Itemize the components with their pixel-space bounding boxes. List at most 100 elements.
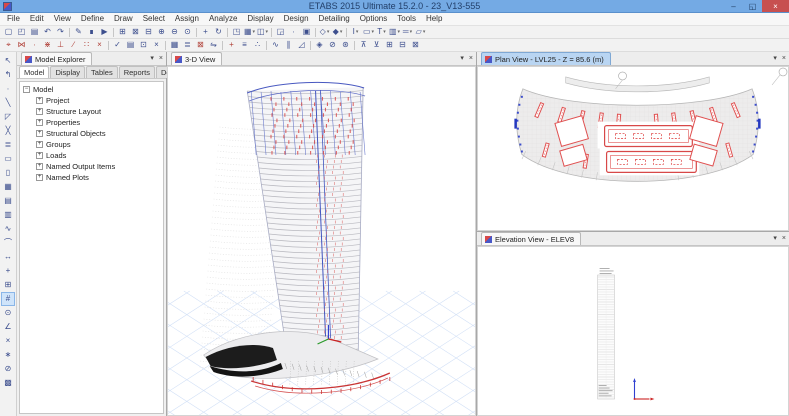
restore-full-view-button[interactable]: ⊠ bbox=[129, 26, 142, 38]
draw-reference-plane-button[interactable]: ⊞ bbox=[1, 278, 15, 292]
window-close-button[interactable]: × bbox=[762, 0, 789, 12]
paste-button[interactable]: ▤ bbox=[124, 39, 137, 51]
new-model-button[interactable]: ▢ bbox=[2, 26, 15, 38]
plan-dropdown-icon[interactable]: ▾ bbox=[773, 54, 777, 62]
snap-to-midpoints-button[interactable]: ⋈ bbox=[15, 39, 28, 51]
draw-spline-button[interactable]: ∿ bbox=[269, 39, 282, 51]
menu-define[interactable]: Define bbox=[76, 13, 109, 25]
explorer-tab-model[interactable]: Model bbox=[19, 66, 49, 78]
snap-to-perpendicular-button[interactable]: ⊥ bbox=[54, 39, 67, 51]
explorer-dropdown-icon[interactable]: ▾ bbox=[150, 54, 154, 62]
tree-item-groups[interactable]: +Groups bbox=[36, 139, 163, 150]
dropdown-arrow-icon[interactable]: ▾ bbox=[383, 29, 386, 35]
divide-frames-button[interactable]: ⊠ bbox=[194, 39, 207, 51]
launch-detailing-button[interactable]: ⊠ bbox=[409, 39, 422, 51]
dropdown-arrow-icon[interactable]: ▾ bbox=[253, 29, 256, 35]
show-joints-button[interactable]: ∙ bbox=[287, 26, 300, 38]
view-3d-close-icon[interactable]: × bbox=[469, 55, 473, 62]
dropdown-arrow-icon[interactable]: ▾ bbox=[423, 29, 426, 35]
menu-display[interactable]: Display bbox=[242, 13, 278, 25]
expand-icon[interactable]: + bbox=[36, 174, 43, 181]
section-column-button[interactable]: ▭▾ bbox=[362, 26, 375, 38]
dropdown-arrow-icon[interactable]: ▾ bbox=[410, 29, 413, 35]
menu-assign[interactable]: Assign bbox=[170, 13, 204, 25]
tree-item-project[interactable]: +Project bbox=[36, 95, 163, 106]
explorer-tab-reports[interactable]: Reports bbox=[119, 66, 155, 78]
menu-edit[interactable]: Edit bbox=[25, 13, 49, 25]
tree-item-loads[interactable]: +Loads bbox=[36, 150, 163, 161]
menu-design[interactable]: Design bbox=[279, 13, 314, 25]
delete-button[interactable]: × bbox=[150, 39, 163, 51]
section-i-beam-button[interactable]: I▾ bbox=[349, 26, 362, 38]
quick-draw-floor-button[interactable]: ▦ bbox=[1, 180, 15, 194]
draw-dimension-button[interactable]: ↔ bbox=[1, 250, 15, 264]
dropdown-arrow-icon[interactable]: ▾ bbox=[356, 29, 359, 35]
expand-icon[interactable]: + bbox=[36, 130, 43, 137]
explorer-close-icon[interactable]: × bbox=[159, 55, 163, 62]
move-objects-button[interactable]: + bbox=[225, 39, 238, 51]
section-wall-button[interactable]: ▥▾ bbox=[388, 26, 401, 38]
menu-tools[interactable]: Tools bbox=[392, 13, 421, 25]
copy-button[interactable]: ⊡ bbox=[137, 39, 150, 51]
tree-item-structure-layout[interactable]: +Structure Layout bbox=[36, 106, 163, 117]
menu-select[interactable]: Select bbox=[138, 13, 170, 25]
menu-file[interactable]: File bbox=[2, 13, 25, 25]
tree-item-properties[interactable]: +Properties bbox=[36, 117, 163, 128]
plan-view-canvas[interactable] bbox=[477, 66, 789, 231]
elevation-view-canvas[interactable] bbox=[477, 246, 789, 416]
pan-button[interactable]: + bbox=[199, 26, 212, 38]
quick-draw-frame-button[interactable]: ◸ bbox=[1, 110, 15, 124]
undo-button[interactable]: ↶ bbox=[41, 26, 54, 38]
run-analysis-button[interactable]: ▶ bbox=[98, 26, 111, 38]
view-3d-dropdown-icon[interactable]: ▾ bbox=[460, 54, 464, 62]
quick-draw-braces-button[interactable]: ╳ bbox=[1, 124, 15, 138]
open-model-button[interactable]: ◰ bbox=[15, 26, 28, 38]
expand-icon[interactable]: + bbox=[36, 152, 43, 159]
design-concrete-button[interactable]: ⊻ bbox=[370, 39, 383, 51]
snap-options-button[interactable]: × bbox=[93, 39, 106, 51]
section-cut-button[interactable]: ⊘ bbox=[326, 39, 339, 51]
menu-draw[interactable]: Draw bbox=[109, 13, 138, 25]
draw-floor-button[interactable]: ▭ bbox=[1, 152, 15, 166]
measure-tool-button[interactable]: ▩ bbox=[1, 376, 15, 390]
show-deformed-shape-button[interactable]: ◇▾ bbox=[318, 26, 331, 38]
collapse-icon[interactable]: − bbox=[23, 86, 30, 93]
elevation-dropdown-icon[interactable]: ▾ bbox=[773, 234, 777, 242]
replicate-button[interactable]: ∴ bbox=[251, 39, 264, 51]
section-slab-button[interactable]: ▱▾ bbox=[414, 26, 427, 38]
expand-icon[interactable]: + bbox=[36, 108, 43, 115]
draw-parallel-button[interactable]: ∥ bbox=[282, 39, 295, 51]
draw-reference-point-button[interactable]: + bbox=[1, 264, 15, 278]
menu-view[interactable]: View bbox=[49, 13, 76, 25]
draw-tendon-button[interactable]: ⌒ bbox=[1, 236, 15, 250]
dropdown-arrow-icon[interactable]: ▾ bbox=[266, 29, 269, 35]
display-options-button[interactable]: ▣ bbox=[300, 26, 313, 38]
merge-objects-button[interactable]: ⇋ bbox=[207, 39, 220, 51]
save-model-button[interactable]: ▤ bbox=[28, 26, 41, 38]
tree-item-named-output-items[interactable]: +Named Output Items bbox=[36, 161, 163, 172]
dropdown-arrow-icon[interactable]: ▾ bbox=[372, 29, 375, 35]
view-elevation-button[interactable]: ◫▾ bbox=[256, 26, 269, 38]
snap-to-grid-button[interactable]: ∷ bbox=[80, 39, 93, 51]
section-tee-button[interactable]: T▾ bbox=[375, 26, 388, 38]
view-plan-button[interactable]: ▦▾ bbox=[243, 26, 256, 38]
dropdown-arrow-icon[interactable]: ▾ bbox=[327, 29, 330, 35]
elevation-view-tab[interactable]: Elevation View - ELEV8 bbox=[481, 232, 581, 245]
object-shrink-toggle-button[interactable]: ◲ bbox=[274, 26, 287, 38]
check-model-button[interactable]: ◈ bbox=[313, 39, 326, 51]
draw-wall-button[interactable]: ▯ bbox=[1, 166, 15, 180]
reshape-objects-button[interactable]: ↰ bbox=[1, 68, 15, 82]
edit-pencil-button[interactable]: ✎ bbox=[72, 26, 85, 38]
snap-to-fine-points-button[interactable]: ∗ bbox=[1, 348, 15, 362]
explorer-tab-display[interactable]: Display bbox=[50, 66, 85, 78]
window-minimize-button[interactable]: – bbox=[724, 0, 743, 12]
snap-to-joints-button[interactable]: ⌖ bbox=[2, 39, 15, 51]
design-composite-button[interactable]: ⊞ bbox=[383, 39, 396, 51]
snap-to-grid-points-button[interactable]: ⊙ bbox=[1, 306, 15, 320]
explorer-tab-tables[interactable]: Tables bbox=[86, 66, 118, 78]
quick-draw-beams-button[interactable]: ≣ bbox=[1, 138, 15, 152]
elevation-close-icon[interactable]: × bbox=[782, 235, 786, 242]
tree-item-named-plots[interactable]: +Named Plots bbox=[36, 172, 163, 183]
design-shear-wall-button[interactable]: ⊟ bbox=[396, 39, 409, 51]
advanced-tools-button[interactable]: ⊛ bbox=[339, 39, 352, 51]
